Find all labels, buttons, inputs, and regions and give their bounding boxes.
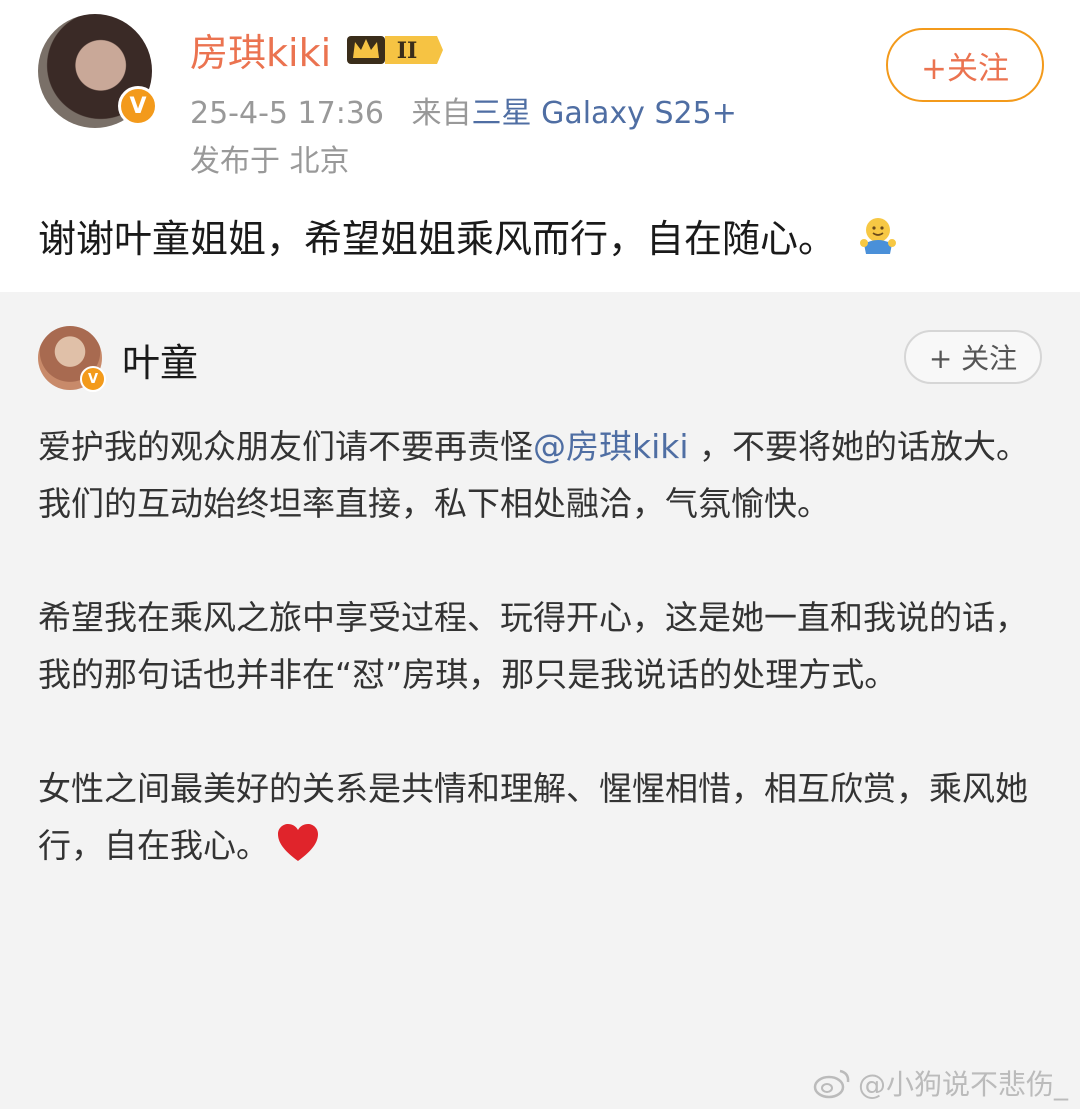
repost-paragraph-1: 爱护我的观众朋友们请不要再责怪@房琪kiki ，不要将她的话放大。我们的互动始终… xyxy=(38,418,1048,532)
hug-emoji-icon xyxy=(860,218,897,254)
post-time: 25-4-5 17:36 xyxy=(190,96,384,131)
repost-p1-before: 爱护我的观众朋友们请不要再责怪 xyxy=(38,427,533,466)
author-avatar[interactable]: V xyxy=(38,14,158,128)
repost-author-avatar[interactable]: V xyxy=(38,326,106,392)
red-heart-icon xyxy=(278,824,318,861)
follow-button[interactable]: +关注 xyxy=(886,28,1044,102)
from-prefix: 来自 xyxy=(411,96,472,131)
post-text-content: 谢谢叶童姐姐，希望姐姐乘风而行，自在随心。 xyxy=(38,217,837,261)
level-text: II xyxy=(397,38,418,64)
repost-follow-button[interactable]: + 关注 xyxy=(904,330,1042,384)
membership-level-icon: II xyxy=(347,36,443,64)
repost-paragraph-2: 希望我在乘风之旅中享受过程、玩得开心，这是她一直和我说的话，我的那句话也并非在“… xyxy=(38,598,1028,694)
repost-text: 爱护我的观众朋友们请不要再责怪@房琪kiki ，不要将她的话放大。我们的互动始终… xyxy=(38,418,1048,931)
repost-author-name[interactable]: 叶童 xyxy=(122,332,198,387)
weibo-watermark: @小狗说不悲伤_ xyxy=(812,1063,1068,1103)
repost-paragraph-3: 女性之间最美好的关系是共情和理解、惺惺相惜，相互欣赏，乘风她行，自在我心。 xyxy=(38,760,1048,874)
post-text: 谢谢叶童姐姐，希望姐姐乘风而行，自在随心。 xyxy=(38,208,900,263)
repost-p3-text: 女性之间最美好的关系是共情和理解、惺惺相惜，相互欣赏，乘风她行，自在我心。 xyxy=(38,769,1028,865)
watermark-text: @小狗说不悲伤_ xyxy=(857,1068,1068,1101)
repost-verified-badge-icon: V xyxy=(80,366,106,392)
weibo-logo-icon xyxy=(813,1069,850,1099)
main-post: V 房琪kiki II +关注 25-4-5 17:36 来自三星 Galaxy… xyxy=(0,0,1080,292)
post-location: 发布于 北京 xyxy=(190,144,350,179)
mention-link[interactable]: @房琪kiki xyxy=(533,427,689,466)
reposted-post[interactable]: V 叶童 + 关注 爱护我的观众朋友们请不要再责怪@房琪kiki ，不要将她的话… xyxy=(0,292,1080,1109)
post-meta: 25-4-5 17:36 来自三星 Galaxy S25+ xyxy=(190,88,737,132)
device-link[interactable]: 三星 Galaxy S25+ xyxy=(472,96,737,131)
author-name[interactable]: 房琪kiki xyxy=(190,22,331,77)
verified-badge-icon: V xyxy=(118,86,158,126)
